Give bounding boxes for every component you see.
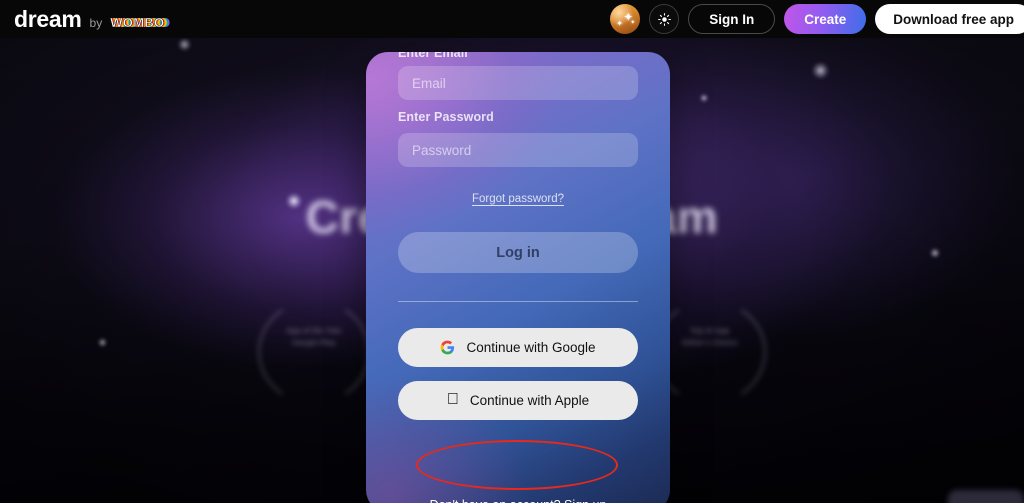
sparkle-icon [286,193,302,209]
divider [398,301,638,302]
sparkle-icon [700,94,708,102]
sign-in-button[interactable]: Sign In [688,4,776,34]
login-modal: Enter Email Enter Password Forgot passwo… [366,52,670,503]
download-free-app-button[interactable]: Download free app [875,4,1024,34]
theme-toggle-button[interactable] [649,4,680,34]
award-badge-line2: Google Play [292,340,336,347]
password-label: Enter Password [398,110,494,124]
sparkle-icon [178,38,191,51]
top-navigation-bar: dream by WOMBO ✦ ✦ ✦ Sign In Create Down… [0,0,1024,38]
forgot-password-link[interactable]: Forgot password? [472,193,564,205]
sparkle-icon: ✦ [630,20,636,26]
app-root: Create with Dream App of the Year Google… [0,0,1024,503]
award-badge-line2: Editor's Choice [682,340,738,347]
password-input[interactable] [398,133,638,167]
award-badge-line1: Top AI App [690,328,730,335]
background-corner-panel [948,490,1024,503]
sparkle-icon: ✦ [616,19,623,28]
email-label: Enter Email [398,52,468,60]
laurel-wreath-icon [258,300,370,404]
user-avatar[interactable]: ✦ ✦ ✦ [610,4,641,34]
continue-with-google-button[interactable]: Continue with Google [398,328,638,367]
brand-name-wombo: WOMBO [110,14,165,30]
create-button[interactable]: Create [784,4,867,34]
sparkle-icon [812,62,829,79]
brand-by-label: by [89,15,103,30]
brand-name-dream: dream [14,5,82,32]
sign-up-link[interactable]: Don't have an account? Sign up [430,498,607,503]
award-badge: App of the Year Google Play [254,300,374,404]
continue-with-apple-button[interactable]:  Continue with Apple [398,381,638,420]
top-bar-actions: ✦ ✦ ✦ Sign In Create Download free app [610,4,1024,34]
apple-logo-icon:  [447,391,459,408]
continue-with-apple-label: Continue with Apple [463,393,589,408]
award-badge-line1: App of the Year [286,328,342,335]
laurel-wreath-icon [654,300,766,404]
log-in-button[interactable]: Log in [398,232,638,273]
sparkle-icon [930,248,940,258]
sun-icon [657,12,671,26]
brand-logo[interactable]: dream by WOMBO [14,5,165,32]
email-input[interactable] [398,66,638,100]
sparkle-icon [98,338,107,347]
google-g-icon [441,340,455,355]
continue-with-google-label: Continue with Google [466,340,596,355]
